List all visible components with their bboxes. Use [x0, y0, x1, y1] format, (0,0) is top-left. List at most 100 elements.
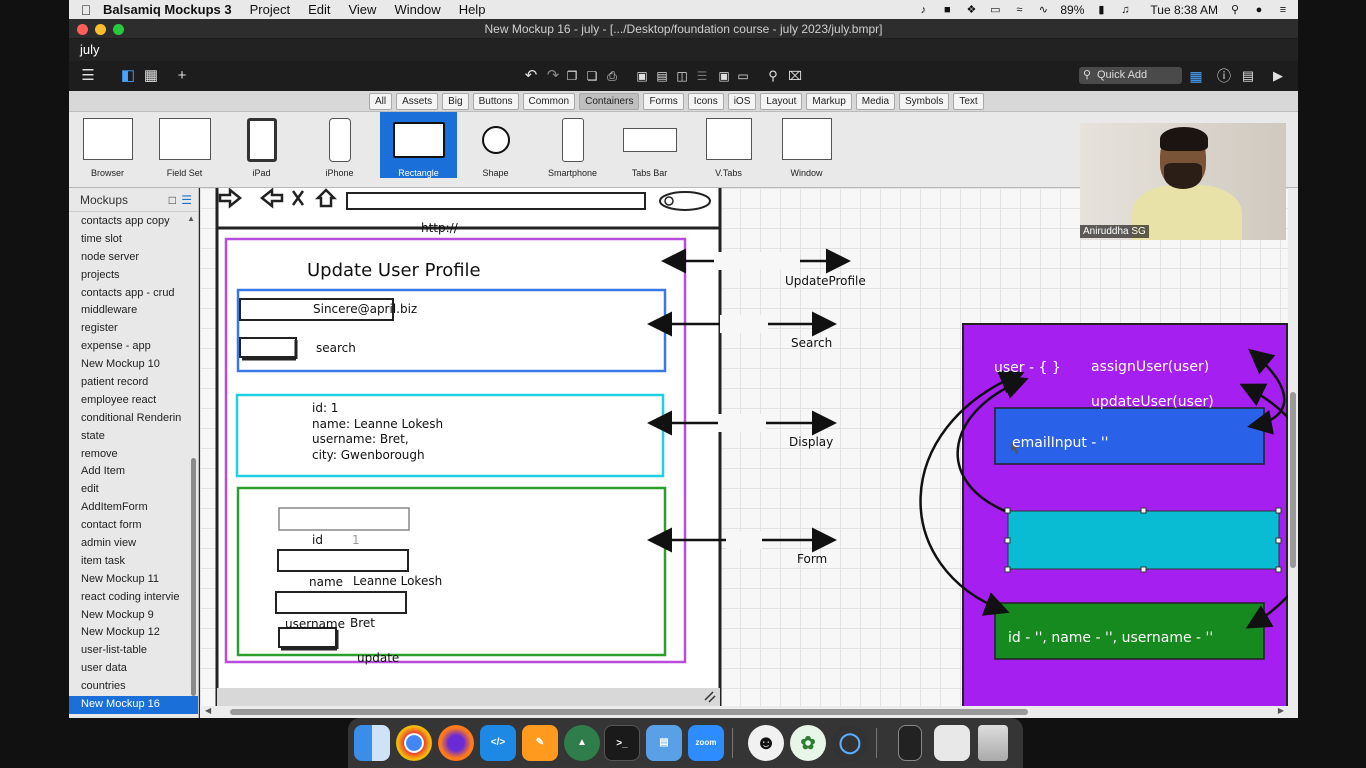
mockup-item[interactable]: admin view: [69, 535, 198, 553]
fullscreen-window-button[interactable]: [113, 24, 124, 35]
mockup-item[interactable]: employee react: [69, 392, 198, 410]
wifi-icon[interactable]: ≈: [1012, 4, 1026, 16]
paste-icon[interactable]: ❏: [583, 66, 601, 86]
finder-icon[interactable]: [354, 725, 390, 761]
mongodb-icon[interactable]: ✿: [790, 725, 826, 761]
mockup-item[interactable]: user data: [69, 660, 198, 678]
scroll-right-icon[interactable]: ▶: [1278, 706, 1284, 715]
library-tabs-bar[interactable]: Tabs Bar: [611, 112, 688, 178]
copy-icon[interactable]: ❐: [563, 66, 581, 86]
project-tab[interactable]: july: [69, 39, 1298, 61]
zoom-app-icon[interactable]: zoom: [688, 725, 724, 761]
notes-window-icon[interactable]: [934, 725, 970, 761]
filter-buttons[interactable]: Buttons: [472, 93, 519, 110]
mockup-item[interactable]: AddItemForm: [69, 499, 198, 517]
filter-containers[interactable]: Containers: [579, 93, 640, 110]
notes-icon[interactable]: ▤: [1239, 66, 1257, 86]
filter-media[interactable]: Media: [855, 93, 896, 110]
browser-search-pill[interactable]: [659, 191, 711, 211]
mockup-item[interactable]: countries: [69, 678, 198, 696]
mockup-item[interactable]: contact form: [69, 517, 198, 535]
siri-icon[interactable]: ●: [1252, 4, 1266, 16]
vscode-icon[interactable]: </>: [480, 725, 516, 761]
preview-icon[interactable]: ▤: [646, 725, 682, 761]
compass-icon[interactable]: ❖: [964, 4, 978, 16]
apple-icon[interactable]: : [69, 2, 103, 18]
library-rectangle[interactable]: Rectangle: [380, 112, 457, 178]
filter-all[interactable]: All: [369, 93, 393, 110]
id-field[interactable]: [278, 507, 410, 531]
arrange-icon[interactable]: ◫: [673, 66, 691, 86]
mockup-item[interactable]: edit: [69, 481, 198, 499]
mockup-item[interactable]: New Mockup 12: [69, 624, 198, 642]
phone-mirror-icon[interactable]: [898, 725, 922, 761]
filter-common[interactable]: Common: [522, 93, 576, 110]
vertical-scrollbar[interactable]: [1288, 188, 1298, 706]
mockup-item[interactable]: Add Item: [69, 463, 198, 481]
library-window[interactable]: Window: [768, 112, 845, 178]
library-shape[interactable]: Shape: [457, 112, 534, 178]
mockup-item[interactable]: user-list-table: [69, 642, 198, 660]
menu-window[interactable]: Window: [394, 2, 440, 17]
firefox-icon[interactable]: [438, 725, 474, 761]
thumbnail-view-icon[interactable]: □: [169, 188, 176, 212]
filter-layout[interactable]: Layout: [760, 93, 803, 110]
mockup-item[interactable]: New Mockup 10: [69, 356, 198, 374]
lock-icon[interactable]: ▣: [715, 66, 733, 86]
mockup-item[interactable]: time slot: [69, 231, 198, 249]
filter-assets[interactable]: Assets: [396, 93, 439, 110]
library-browser[interactable]: Browser: [69, 112, 146, 178]
quick-add-input[interactable]: ⚲ Quick Add: [1079, 67, 1182, 84]
mockup-item[interactable]: state: [69, 428, 198, 446]
mockup-item[interactable]: node server: [69, 249, 198, 267]
trash-icon[interactable]: [978, 725, 1008, 761]
filter-ios[interactable]: iOS: [727, 93, 757, 110]
mockup-item[interactable]: contacts app - crud: [69, 285, 198, 303]
filter-symbols[interactable]: Symbols: [899, 93, 950, 110]
name-field[interactable]: [277, 549, 409, 572]
menu-view[interactable]: View: [348, 2, 376, 17]
mockup-item[interactable]: contacts app copy: [69, 213, 198, 231]
filter-big[interactable]: Big: [442, 93, 469, 110]
sidebar-toggle-icon[interactable]: ◧: [119, 66, 137, 86]
activity-icon[interactable]: ∿: [1036, 4, 1050, 16]
airplay-icon[interactable]: ▭: [988, 4, 1002, 16]
list-view-icon[interactable]: ☰: [181, 188, 192, 212]
volume-icon[interactable]: ♫: [1118, 4, 1132, 16]
info-icon[interactable]: ⓘ: [1215, 66, 1233, 86]
mockup-item[interactable]: conditional Renderin: [69, 410, 198, 428]
library-smartphone[interactable]: Smartphone: [534, 112, 611, 178]
fit-icon[interactable]: ⌧: [786, 66, 804, 86]
group-icon[interactable]: ▣: [633, 66, 651, 86]
zoom-icon[interactable]: ⚲: [764, 66, 782, 86]
mockup-item[interactable]: middleware: [69, 302, 198, 320]
clipboard-icon[interactable]: ⎙: [603, 66, 621, 86]
properties-panel-icon[interactable]: ▦: [1187, 66, 1205, 86]
selected-cyan-box[interactable]: [1007, 510, 1280, 570]
hamburger-menu-icon[interactable]: ☰: [79, 66, 97, 86]
mockup-item[interactable]: react coding intervie: [69, 589, 198, 607]
pages-icon[interactable]: ✎: [522, 725, 558, 761]
menu-help[interactable]: Help: [459, 2, 486, 17]
filter-markup[interactable]: Markup: [806, 93, 852, 110]
add-mockup-icon[interactable]: +: [173, 66, 191, 86]
terminal-icon[interactable]: >_: [604, 725, 640, 761]
filter-icons[interactable]: Icons: [687, 93, 724, 110]
redo-icon[interactable]: ↷: [544, 66, 562, 86]
filter-forms[interactable]: Forms: [643, 93, 684, 110]
mockup-item[interactable]: New Mockup 11: [69, 571, 198, 589]
grid-view-icon[interactable]: ▦: [142, 66, 160, 86]
clock[interactable]: Tue 8:38 AM: [1150, 3, 1218, 17]
undo-icon[interactable]: ↶: [522, 66, 540, 86]
rocket-icon[interactable]: ▲: [564, 725, 600, 761]
zoom-status-icon[interactable]: ■: [940, 4, 954, 16]
tiktok-icon[interactable]: ♪: [916, 4, 930, 16]
horizontal-scrollbar[interactable]: ◀ ▶: [200, 706, 1298, 718]
username-field[interactable]: [275, 591, 407, 614]
mockup-item[interactable]: New Mockup 9: [69, 607, 198, 625]
menu-edit[interactable]: Edit: [308, 2, 330, 17]
menu-project[interactable]: Project: [250, 2, 290, 17]
filter-text[interactable]: Text: [953, 93, 984, 110]
scroll-up-icon[interactable]: ▲: [187, 214, 195, 223]
browser-url-bar[interactable]: [346, 192, 646, 210]
